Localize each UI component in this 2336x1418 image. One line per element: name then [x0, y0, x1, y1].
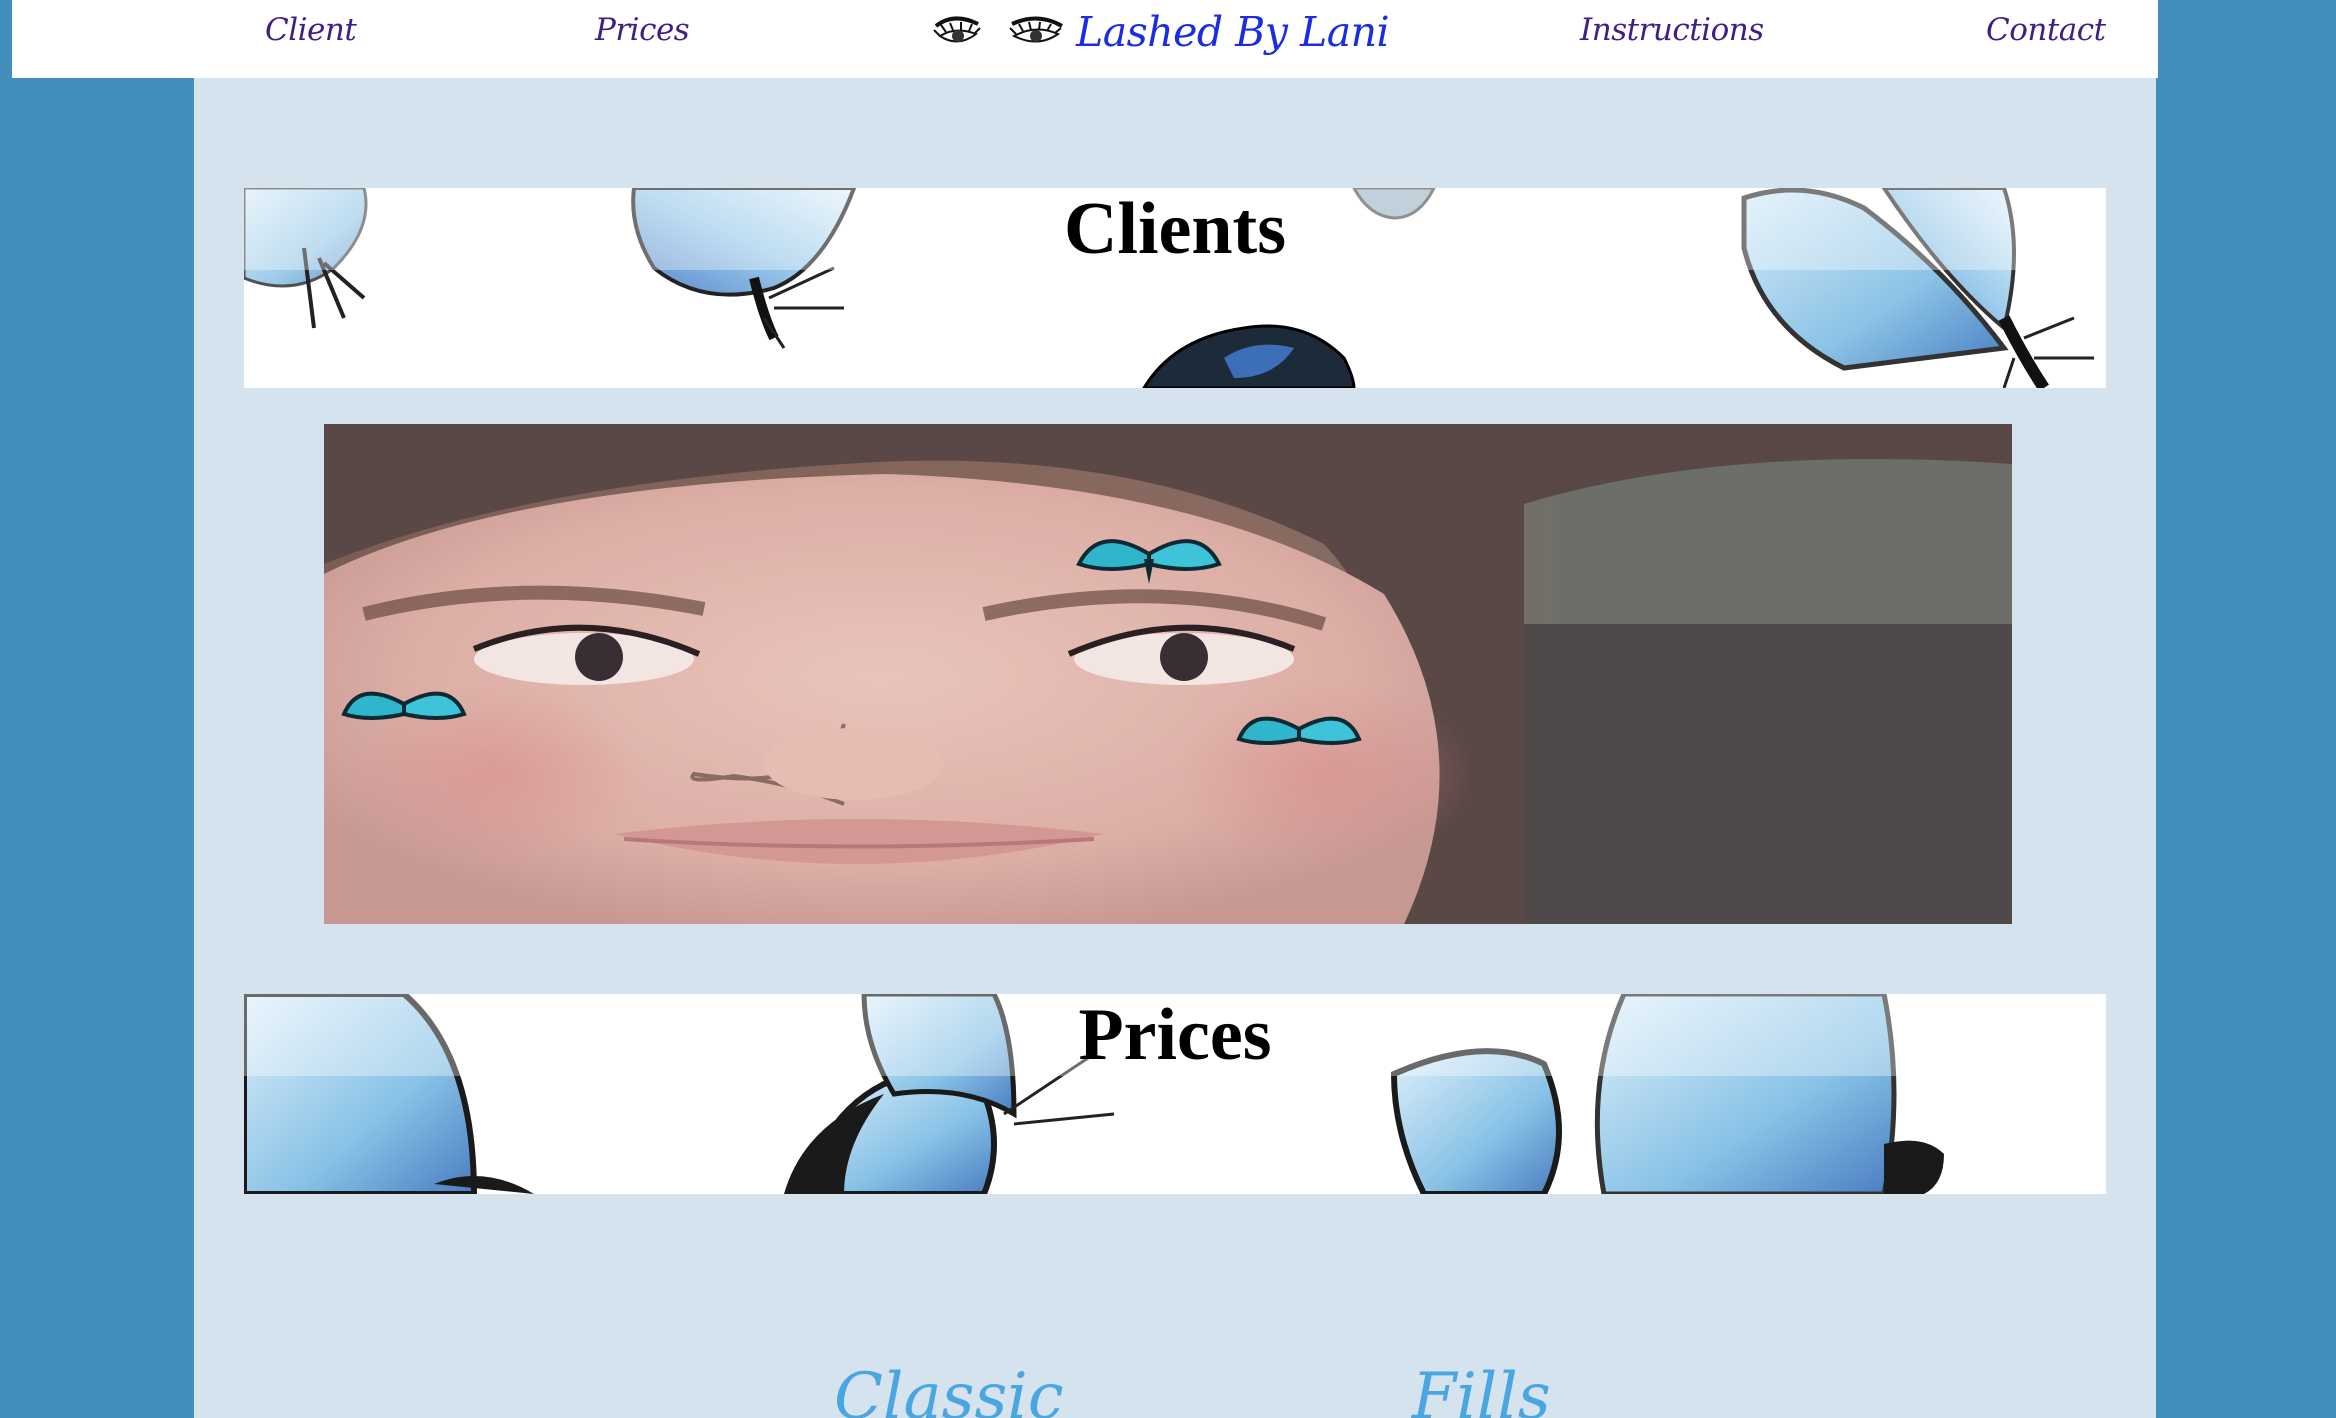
- prices-banner: Prices: [244, 994, 2106, 1194]
- clients-banner: Clients: [244, 188, 2106, 388]
- brand-name[interactable]: Lashed By Lani: [1076, 8, 1390, 56]
- prices-title: Prices: [244, 994, 2106, 1076]
- price-heading-classic: Classic: [834, 1360, 1064, 1418]
- price-heading-fills: Fills: [1412, 1360, 1551, 1418]
- nav-link-instructions[interactable]: Instructions: [1580, 12, 1764, 48]
- nav-link-prices[interactable]: Prices: [595, 12, 690, 48]
- top-navigation-bar: Client Prices Lashed By Lani Instruction…: [12, 0, 2158, 78]
- eyelash-logo-icon[interactable]: [926, 2, 1076, 74]
- clients-title: Clients: [244, 188, 2106, 270]
- main-content: Clients Prices Classic Fills: [194, 78, 2156, 1418]
- client-face-with-butterflies-photo: [324, 424, 2012, 924]
- nav-link-client[interactable]: Client: [265, 12, 357, 48]
- nav-link-contact[interactable]: Contact: [1986, 12, 2106, 48]
